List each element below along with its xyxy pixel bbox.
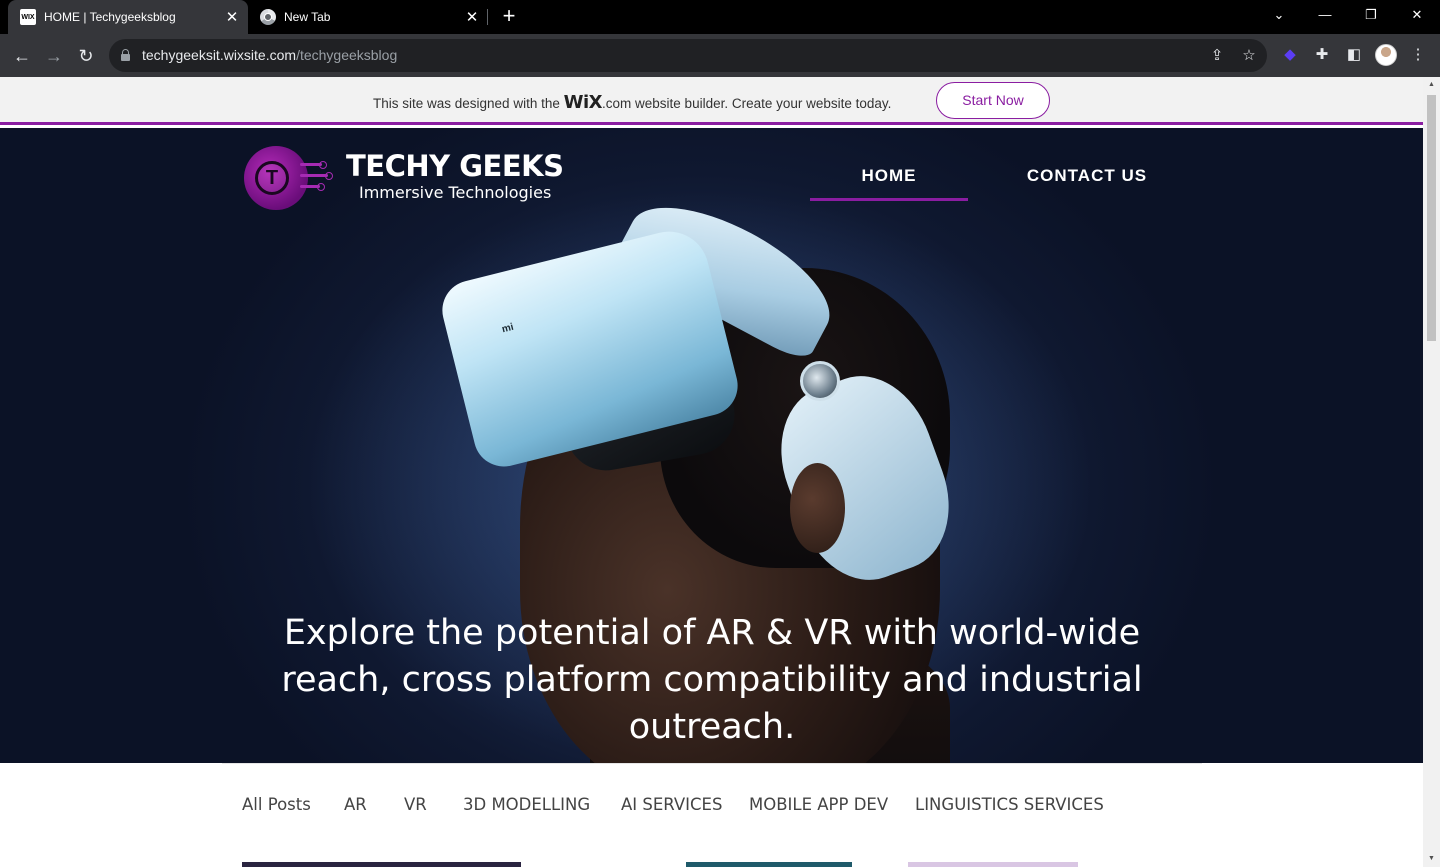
category-all-posts[interactable]: All Posts <box>242 795 311 814</box>
extensions-puzzle-icon[interactable]: ✚ <box>1311 44 1333 66</box>
logo-subtitle: Immersive Technologies <box>359 183 552 202</box>
wix-banner-message: This site was designed with the WiX.com … <box>373 92 892 113</box>
browser-toolbar: ← → ↻ techygeeksit.wixsite.com/techygeek… <box>0 34 1440 77</box>
logo-title: TECHY GEEKS <box>346 149 564 183</box>
restore-button[interactable]: ❐ <box>1359 4 1383 26</box>
category-ar[interactable]: AR <box>344 795 367 814</box>
start-now-button[interactable]: Start Now <box>936 82 1050 119</box>
side-panel-icon[interactable]: ◧ <box>1343 44 1365 66</box>
reload-icon[interactable]: ↻ <box>73 43 99 69</box>
address-bar[interactable]: techygeeksit.wixsite.com/techygeeksblog … <box>109 39 1267 72</box>
site-logo[interactable]: T TECHY GEEKS Immersive Technologies <box>244 143 564 215</box>
scroll-up-icon[interactable]: ▲ <box>1427 81 1436 89</box>
scroll-down-icon[interactable]: ▼ <box>1427 855 1436 863</box>
extension-icon[interactable]: ◆ <box>1279 44 1301 66</box>
tab-home-techygeeksblog[interactable]: WIX HOME | Techygeeksblog ✕ <box>8 0 248 34</box>
minimize-button[interactable]: — <box>1313 4 1337 26</box>
menu-kebab-icon[interactable]: ⋮ <box>1407 44 1429 66</box>
bookmark-star-icon[interactable]: ☆ <box>1239 46 1259 66</box>
tab-title: HOME | Techygeeksblog <box>44 10 176 24</box>
chrome-icon <box>260 9 276 25</box>
new-tab-button[interactable]: + <box>498 5 520 27</box>
category-3d-modelling[interactable]: 3D MODELLING <box>463 795 590 814</box>
post-thumbnail[interactable] <box>242 862 521 867</box>
close-tab-icon[interactable]: ✕ <box>462 8 482 26</box>
close-window-button[interactable]: ✕ <box>1405 4 1429 26</box>
url-text[interactable]: techygeeksit.wixsite.com/techygeeksblog <box>142 47 397 63</box>
hero-section: mi T TECHY GEEKS Immersive Technologies … <box>0 128 1423 763</box>
scroll-thumb[interactable] <box>1427 95 1436 341</box>
wix-logo: WiX <box>563 92 603 113</box>
hero-headline: Explore the potential of AR & VR with wo… <box>281 613 1143 747</box>
category-ai-services[interactable]: AI SERVICES <box>621 795 722 814</box>
blog-category-menu: All Posts AR VR 3D MODELLING AI SERVICES… <box>222 763 1202 843</box>
tab-strip: WIX HOME | Techygeeksblog ✕ New Tab ✕ + … <box>0 0 1440 34</box>
share-icon[interactable]: ⇪ <box>1207 46 1227 66</box>
tab-search-icon[interactable]: ⌄ <box>1267 4 1291 26</box>
post-thumbnail[interactable] <box>908 862 1078 867</box>
post-thumbnail[interactable] <box>686 862 852 867</box>
category-linguistics-services[interactable]: LINGUISTICS SERVICES <box>915 795 1104 814</box>
tab-title: New Tab <box>284 10 331 24</box>
close-tab-icon[interactable]: ✕ <box>222 8 242 26</box>
headset-adjust-knob <box>800 361 840 401</box>
tab-new-tab[interactable]: New Tab ✕ <box>248 0 488 34</box>
category-vr[interactable]: VR <box>404 795 427 814</box>
forward-arrow-icon[interactable]: → <box>41 43 67 69</box>
profile-avatar[interactable] <box>1375 44 1397 66</box>
nav-home[interactable]: HOME <box>810 156 968 201</box>
lock-icon[interactable] <box>121 49 130 61</box>
circuit-lines-icon <box>300 157 336 197</box>
wix-favicon-icon: WIX <box>20 9 36 25</box>
logo-letter: T <box>255 161 289 195</box>
back-arrow-icon[interactable]: ← <box>9 43 35 69</box>
person-ear <box>790 463 845 553</box>
tab-separator <box>487 9 488 25</box>
category-mobile-app-dev[interactable]: MOBILE APP DEV <box>749 795 888 814</box>
webpage: This site was designed with the WiX.com … <box>0 77 1423 867</box>
logo-circle-icon: T <box>244 146 308 210</box>
nav-contact-us[interactable]: CONTACT US <box>1008 156 1166 201</box>
wix-promo-banner: This site was designed with the WiX.com … <box>0 77 1423 125</box>
page-scrollbar[interactable]: ▲ ▼ <box>1423 77 1440 867</box>
